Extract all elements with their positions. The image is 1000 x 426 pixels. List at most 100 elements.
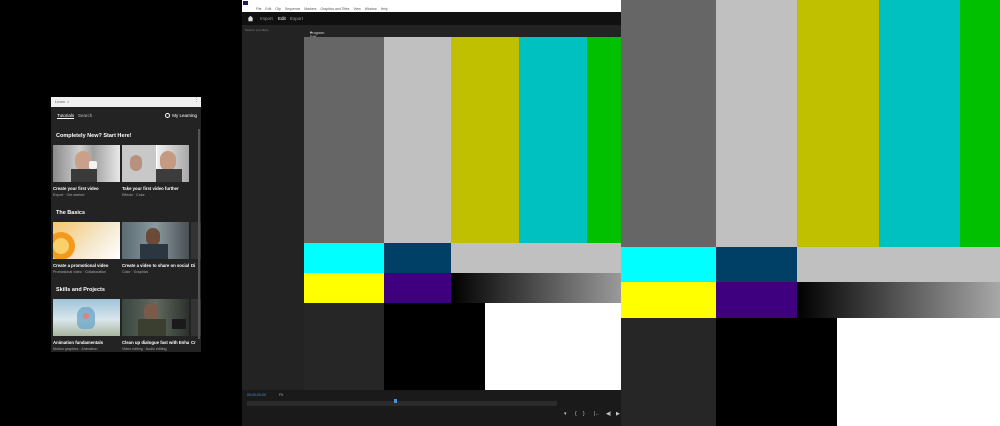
home-icon[interactable] <box>247 15 254 22</box>
fit-dropdown[interactable]: Fit <box>279 393 283 397</box>
bar-dark <box>621 318 716 426</box>
bar-dark <box>304 303 384 390</box>
tutorial-thumbnail <box>53 222 120 259</box>
card-title: Clean up dialogue fast with Enha... <box>122 340 189 345</box>
card-title: Create your first video <box>53 186 99 191</box>
bar-gradient <box>451 273 621 303</box>
section-title-skills: Skills and Projects <box>56 287 105 293</box>
bar-black <box>384 303 485 390</box>
program-monitor[interactable] <box>304 37 621 390</box>
card-title: Animation fundamentals <box>53 340 104 345</box>
bar-white <box>837 318 1000 426</box>
transport-bar: 00;00;00;00 Fit ▾ { } |← ◀| ▶ <box>242 390 621 426</box>
menu-sequence[interactable]: Sequence <box>285 7 300 11</box>
menu-bar: File Edit Clip Sequence Markers Graphics… <box>242 0 621 12</box>
tutorial-thumbnail <box>122 222 189 259</box>
tutorial-thumbnail <box>53 145 120 182</box>
close-icon[interactable]: × <box>67 99 69 104</box>
tab-tutorials[interactable]: Tutorials <box>57 113 75 119</box>
tab-edit[interactable]: Edit <box>278 16 286 21</box>
menu-view[interactable]: View <box>353 7 360 11</box>
card-title: Cr <box>191 340 196 345</box>
tutorial-card[interactable]: Create a video to share on social... Col… <box>122 222 189 274</box>
tutorial-thumbnail <box>53 299 120 336</box>
menu-edit[interactable]: Edit <box>265 7 271 11</box>
add-marker-icon[interactable]: ▾ <box>564 411 567 417</box>
learn-tabs: Tutorials Search My Learning <box>51 113 201 125</box>
source-label: Source: (no clips) <box>245 28 269 32</box>
bar-navy <box>384 243 451 273</box>
bar-bright-cyan <box>621 247 716 282</box>
card-title: Take your first video further <box>122 186 179 191</box>
bar-purple <box>716 282 797 318</box>
bar-yellow <box>797 0 879 247</box>
card-title: Create a promotional video <box>53 263 109 268</box>
tutorial-card[interactable]: Create your first video Export · Get sta… <box>53 145 120 197</box>
tutorial-card[interactable]: Animation fundamentals Motion graphics ·… <box>53 299 120 351</box>
source-panel: Source: (no clips) <box>242 25 304 390</box>
card-tags: Export · Get started <box>53 193 85 197</box>
tutorial-card[interactable]: Take your first video further Effects · … <box>122 145 189 197</box>
learn-scrollbar[interactable] <box>198 129 200 339</box>
tab-export[interactable]: Export <box>290 16 303 21</box>
bar-gray <box>304 37 384 243</box>
bar-navy <box>716 247 797 282</box>
card-tags: Video editing · Audio editing <box>122 347 167 351</box>
bar-bright-yellow <box>621 282 716 318</box>
tab-import[interactable]: Import <box>260 16 273 21</box>
mark-out-icon[interactable]: } <box>583 411 585 417</box>
workspace-header: Import Edit Export <box>242 12 621 25</box>
tutorial-card[interactable]: Clean up dialogue fast with Enha... Vide… <box>122 299 189 351</box>
card-title: Create a video to share on social... <box>122 263 189 268</box>
bar-green <box>587 37 621 243</box>
menu-clip[interactable]: Clip <box>275 7 281 11</box>
program-monitor-tabbar: Program: Edit ≡ <box>304 25 621 39</box>
tab-search[interactable]: Search <box>78 113 92 118</box>
menu-markers[interactable]: Markers <box>304 7 316 11</box>
tutorial-thumbnail <box>122 145 189 182</box>
bar-gradient <box>797 282 1000 318</box>
menu-window[interactable]: Window <box>365 7 377 11</box>
learn-panel-header: Learn × ⋮ <box>51 97 201 107</box>
enlarged-color-bars <box>621 0 1000 426</box>
card-tags: Promotional video · Collaboration <box>53 270 107 274</box>
my-learning-button[interactable]: My Learning <box>165 113 197 119</box>
tutorial-thumbnail <box>122 299 189 336</box>
app-icon <box>243 1 248 5</box>
time-ruler[interactable] <box>247 401 557 406</box>
card-tags: Color · Graphics <box>122 270 149 274</box>
bar-yellow <box>451 37 519 243</box>
bar-light-gray-mid <box>797 247 1000 282</box>
card-tags: Motion graphics · Animation <box>53 347 98 351</box>
card-tags: Effects · Color <box>122 193 145 197</box>
premiere-window: File Edit Clip Sequence Markers Graphics… <box>242 0 621 426</box>
menu-graphics[interactable]: Graphics and Titles <box>320 7 349 11</box>
panel-menu-icon[interactable]: ≡ <box>310 31 312 35</box>
bar-bright-cyan <box>304 243 384 273</box>
bar-white <box>485 303 621 390</box>
bar-light-gray-mid <box>451 243 621 273</box>
tutorial-card[interactable]: Create a promotional video Promotional v… <box>53 222 120 274</box>
mark-in-icon[interactable]: { <box>575 411 577 417</box>
timecode[interactable]: 00;00;00;00 <box>247 393 266 397</box>
learn-panel: Learn × ⋮ Tutorials Search My Learning C… <box>51 97 201 352</box>
playhead[interactable] <box>394 399 397 403</box>
bar-black <box>716 318 837 426</box>
my-learning-label: My Learning <box>172 113 197 118</box>
play-icon[interactable]: ▶ <box>616 411 620 417</box>
bar-purple <box>384 273 451 303</box>
bar-light-gray <box>716 0 797 247</box>
menu-items: File Edit Clip Sequence Markers Graphics… <box>256 7 391 11</box>
learn-panel-title: Learn <box>55 99 66 104</box>
section-title-start-here: Completely New? Start Here! <box>56 133 132 139</box>
menu-help[interactable]: Help <box>381 7 388 11</box>
user-icon <box>165 113 171 119</box>
step-back-icon[interactable]: ◀| <box>606 411 611 417</box>
menu-file[interactable]: File <box>256 7 261 11</box>
section-title-basics: The Basics <box>56 210 86 216</box>
more-icon[interactable]: ⋮ <box>194 97 199 103</box>
go-to-in-icon[interactable]: |← <box>594 411 600 417</box>
bar-bright-yellow <box>304 273 384 303</box>
bar-cyan <box>519 37 587 243</box>
bar-gray <box>621 0 716 247</box>
